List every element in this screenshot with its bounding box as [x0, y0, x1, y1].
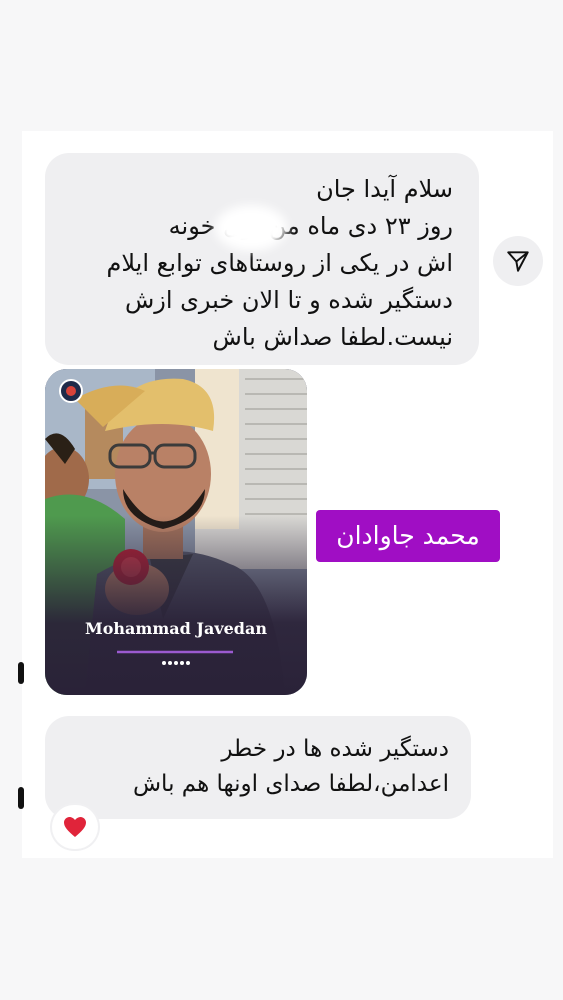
edge-indicator [18, 787, 24, 809]
message-line: اعدامن،لطفا صدای اونها هم باش [132, 771, 449, 797]
name-tag: محمد جاوادان [316, 510, 500, 562]
portrait-photo: Mohammad Javedan [45, 369, 307, 695]
message-greeting: سلام آیدا جان [316, 175, 453, 203]
reaction-badge[interactable] [52, 805, 98, 849]
share-button[interactable] [493, 236, 543, 286]
message-line: اش در یکی از روستاهای توابع ایلام [106, 249, 453, 277]
redaction-blur [215, 205, 287, 251]
message-bubble-incoming[interactable]: دستگیر شده ها در خطر اعدامن،لطفا صدای او… [45, 716, 471, 819]
message-line: دستگیر شده ها در خطر [221, 736, 449, 762]
heart-icon [64, 817, 86, 837]
share-send-icon [507, 251, 529, 272]
message-bubble-incoming[interactable]: سلام آیدا جان روز ۲۳ دی ماه من توی خونه … [45, 153, 479, 365]
message-line: دستگیر شده و تا الان خبری ازش [124, 286, 453, 314]
shared-photo-card[interactable]: Mohammad Javedan [45, 369, 307, 695]
photo-caption: Mohammad Javedan [85, 619, 267, 638]
edge-indicator [18, 662, 24, 684]
message-line: نیست.لطفا صداش باش [212, 323, 453, 351]
